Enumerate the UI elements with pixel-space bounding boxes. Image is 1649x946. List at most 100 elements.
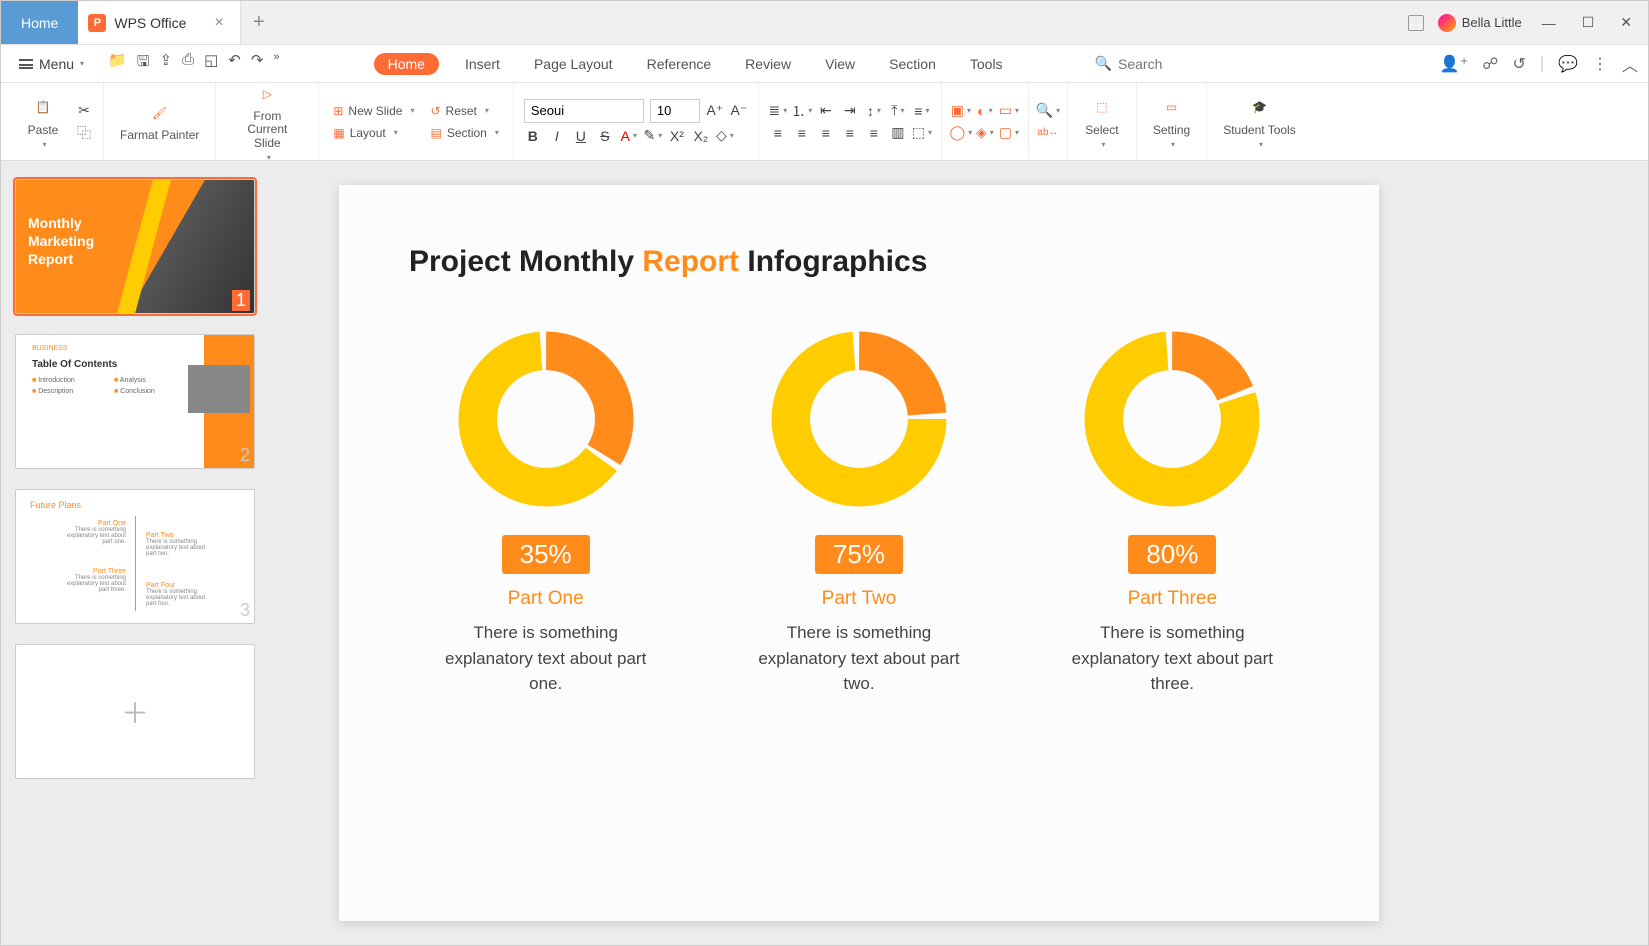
menu-button[interactable]: Menu ▾ <box>11 52 92 76</box>
export-icon[interactable]: ⇪ <box>160 51 173 76</box>
undo-icon[interactable]: ↶ <box>228 51 241 76</box>
decrease-indent-icon[interactable]: ⇤ <box>817 102 835 120</box>
font-size-select[interactable] <box>650 99 700 123</box>
donut-chart-3 <box>1082 329 1262 509</box>
arrange-icon[interactable]: ▭ <box>1000 102 1018 120</box>
more-icon[interactable]: ⋮ <box>1592 54 1608 74</box>
tab-tools[interactable]: Tools <box>962 52 1011 76</box>
align-left-icon[interactable]: ≡ <box>769 124 787 142</box>
thumb-number: 2 <box>240 445 250 466</box>
search-icon: 🔍 <box>1095 55 1112 72</box>
part-desc: There is something explanatory text abou… <box>749 620 969 697</box>
select-button[interactable]: ⬚ Select <box>1078 92 1126 151</box>
superscript-icon[interactable]: X² <box>668 127 686 145</box>
slide-thumb-1[interactable]: Monthly Marketing Report 1 <box>15 179 255 314</box>
close-window-button[interactable]: ✕ <box>1614 10 1638 35</box>
search-box[interactable]: 🔍 <box>1095 55 1238 72</box>
section-button[interactable]: ▤Section <box>426 124 502 142</box>
tab-reference[interactable]: Reference <box>639 52 720 76</box>
minimize-button[interactable]: — <box>1536 11 1562 35</box>
tab-insert[interactable]: Insert <box>457 52 508 76</box>
document-name: WPS Office <box>114 15 186 31</box>
tab-review[interactable]: Review <box>737 52 799 76</box>
paste-button[interactable]: 📋 Paste <box>19 92 67 151</box>
donut-row: 35% Part One There is something explanat… <box>409 329 1309 697</box>
convert-smartart-icon[interactable]: ⬚ <box>913 124 931 142</box>
share-icon[interactable]: ☍ <box>1482 54 1498 74</box>
text-direction-icon[interactable]: ⤒ <box>889 102 907 120</box>
cut-icon[interactable]: ✂ <box>75 102 93 120</box>
save-icon[interactable]: 🖫 <box>137 51 150 76</box>
highlight-icon[interactable]: ✎ <box>644 127 662 145</box>
tab-page-layout[interactable]: Page Layout <box>526 52 621 76</box>
new-tab-button[interactable]: + <box>241 1 277 44</box>
columns-icon[interactable]: ▥ <box>889 124 907 142</box>
strikethrough-icon[interactable]: S <box>596 127 614 145</box>
copy-icon[interactable]: ⿻ <box>75 124 93 142</box>
window-layout-icon[interactable] <box>1408 15 1424 31</box>
preview-icon[interactable]: ◱ <box>204 51 218 76</box>
bold-icon[interactable]: B <box>524 127 542 145</box>
slide-canvas[interactable]: Project Monthly Report Infographics 35% … <box>339 185 1379 921</box>
layout-button[interactable]: ▦Layout <box>329 124 418 142</box>
line-spacing-icon[interactable]: ↕ <box>865 102 883 120</box>
from-current-slide-button[interactable]: ▷ From Current Slide <box>226 79 308 164</box>
slide-thumb-3[interactable]: Future Plans Part OneThere is something … <box>15 489 255 624</box>
print-icon[interactable]: ⎙ <box>182 51 194 76</box>
shape-outline-icon[interactable]: ◈ <box>976 124 994 142</box>
history-icon[interactable]: ↺ <box>1513 54 1526 74</box>
underline-icon[interactable]: U <box>572 127 590 145</box>
distribute-icon[interactable]: ≡ <box>865 124 883 142</box>
bullets-icon[interactable]: ≣ <box>769 102 787 120</box>
add-slide-thumb[interactable]: ＋ <box>15 644 255 779</box>
shape-fill-icon[interactable]: ◯ <box>952 124 970 142</box>
align-right-icon[interactable]: ≡ <box>817 124 835 142</box>
collapse-ribbon-icon[interactable]: ︿ <box>1622 52 1638 76</box>
tab-view[interactable]: View <box>817 52 863 76</box>
align-text-icon[interactable]: ≡ <box>913 102 931 120</box>
numbering-icon[interactable]: ⒈ <box>793 102 811 120</box>
maximize-button[interactable]: ☐ <box>1576 10 1601 35</box>
justify-icon[interactable]: ≡ <box>841 124 859 142</box>
student-tools-button[interactable]: 🎓 Student Tools <box>1217 92 1302 151</box>
user-chip[interactable]: Bella Little <box>1438 14 1522 32</box>
align-center-icon[interactable]: ≡ <box>793 124 811 142</box>
home-tab[interactable]: Home <box>1 1 78 44</box>
close-tab-icon[interactable]: × <box>214 14 223 32</box>
slide-thumb-2[interactable]: BUSINESS Table Of Contents IntroductionA… <box>15 334 255 469</box>
shape-effects-icon[interactable]: ▢ <box>1000 124 1018 142</box>
font-name-select[interactable] <box>524 99 644 123</box>
increase-indent-icon[interactable]: ⇥ <box>841 102 859 120</box>
tab-section[interactable]: Section <box>881 52 944 76</box>
grow-font-icon[interactable]: A⁺ <box>706 102 724 120</box>
search-input[interactable] <box>1118 56 1238 72</box>
find-icon[interactable]: 🔍 <box>1039 102 1057 120</box>
replace-icon[interactable]: ab↔ <box>1039 124 1057 142</box>
tab-home[interactable]: Home <box>374 53 439 75</box>
new-slide-button[interactable]: ⊞New Slide <box>329 102 418 120</box>
subscript-icon[interactable]: X₂ <box>692 127 710 145</box>
font-color-icon[interactable]: A <box>620 127 638 145</box>
slide-canvas-area: Project Monthly Report Infographics 35% … <box>301 161 1648 945</box>
add-user-icon[interactable]: 👤⁺ <box>1440 54 1468 74</box>
clipboard-group: 📋 Paste ✂ ⿻ <box>9 83 104 160</box>
document-tab[interactable]: P WPS Office × <box>78 1 240 44</box>
reset-button[interactable]: ↺Reset <box>426 102 502 120</box>
picture-icon[interactable]: ▣ <box>952 102 970 120</box>
percent-badge: 35% <box>502 535 590 574</box>
open-icon[interactable]: 📁 <box>108 51 127 76</box>
chat-icon[interactable]: 💬 <box>1558 54 1578 74</box>
shrink-font-icon[interactable]: A⁻ <box>730 102 748 120</box>
redo-icon[interactable]: ↷ <box>251 51 264 76</box>
format-painter-button[interactable]: 🖌 Farmat Painter <box>114 98 205 144</box>
shapes-icon[interactable]: ◐ <box>976 102 994 120</box>
student-tools-icon: 🎓 <box>1246 94 1272 120</box>
setting-button[interactable]: ▭ Setting <box>1147 92 1196 151</box>
qat-more-icon[interactable]: » <box>273 51 279 76</box>
clear-format-icon[interactable]: ◇ <box>716 127 734 145</box>
avatar <box>1438 14 1456 32</box>
select-icon: ⬚ <box>1089 94 1115 120</box>
italic-icon[interactable]: I <box>548 127 566 145</box>
donut-part-three: 80% Part Three There is something explan… <box>1062 329 1282 697</box>
format-painter-icon: 🖌 <box>147 100 173 126</box>
